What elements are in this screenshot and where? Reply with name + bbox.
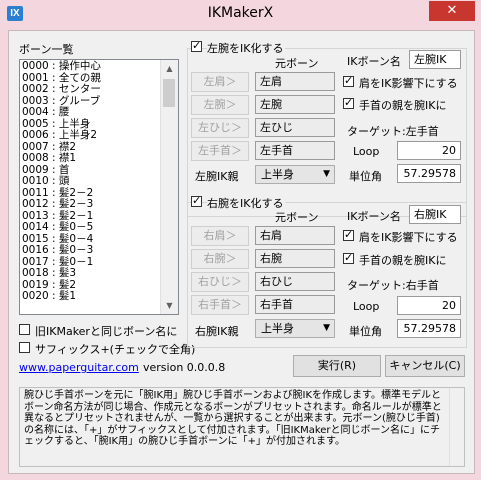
left-arm-field[interactable]: 左腕 [255,95,335,114]
dialog-body: ボーン一覧 0000 : 操作中心 0001 : 全ての親 0002 : センター 0… [8,30,475,474]
close-button[interactable]: ✕ [429,1,475,21]
right-wrist-parent-label: 手首の親を腕IKに [359,254,447,267]
version-label: version 0.0.0.8 [143,361,226,374]
list-item[interactable]: 0010 : 頭 [22,175,158,188]
description-box[interactable]: 腕ひじ手首ボーンを元に「腕IK用」腕ひじ手首ボーンおよび腕IKを作成します。標準… [19,387,465,467]
right-parent-label: 右腕IK親 [195,325,239,338]
right-arm-enable-label: 右腕をIK化する [207,195,286,211]
right-loop-input[interactable]: 20 [397,296,461,315]
list-item[interactable]: 0006 : 上半身2 [22,129,158,142]
left-unit-label: 単位角 [349,170,382,183]
right-elbow-field[interactable]: 右ひじ [255,272,335,291]
chevron-down-icon: ▼ [323,323,330,333]
left-arm-enable-label: 左腕をIK化する [207,40,286,56]
scroll-down-icon[interactable]: ▼ [161,297,178,314]
title-bar: IX IKMakerX ✕ [0,0,481,28]
old-name-label: 旧IKMakerと同じボーン名に [35,325,178,338]
left-arm-button[interactable]: 左腕＞ [191,95,249,115]
description-scrollbar[interactable] [449,388,464,466]
right-shoulder-ik-label: 肩をIK影響下にする [359,231,458,244]
left-wrist-parent-checkbox[interactable] [343,96,354,109]
left-loop-input[interactable]: 20 [397,141,461,160]
bone-list-label: ボーン一覧 [19,43,74,56]
website-link[interactable]: www.paperguitar.com [19,361,139,374]
left-unit-input[interactable]: 57.29578 [397,164,461,183]
left-elbow-button[interactable]: 左ひじ＞ [191,118,249,138]
left-arm-enable-checkbox[interactable] [191,39,202,52]
right-loop-label: Loop [353,300,380,313]
scroll-up-icon[interactable]: ▲ [161,60,178,77]
left-shoulder-field[interactable]: 左肩 [255,72,335,91]
right-elbow-button[interactable]: 右ひじ＞ [191,272,249,292]
cancel-button[interactable]: キャンセル(C) [385,355,465,377]
right-parent-value: 上半身 [261,322,294,335]
bone-listbox[interactable]: 0000 : 操作中心 0001 : 全ての親 0002 : センター 0003 : … [19,59,179,315]
left-parent-value: 上半身 [261,168,294,181]
right-arm-enable-checkbox[interactable] [191,194,202,207]
right-wrist-field[interactable]: 右手首 [255,295,335,314]
left-shoulder-ik-label: 肩をIK影響下にする [359,77,458,90]
old-name-checkbox[interactable] [19,324,30,335]
list-item[interactable]: 0018 : 髪3 [22,267,158,280]
left-wrist-button[interactable]: 左手首＞ [191,141,249,161]
window-title: IKMakerX [207,5,274,21]
list-item[interactable]: 0020 : 髪1 [22,290,158,303]
right-unit-label: 単位角 [349,325,382,338]
chevron-down-icon: ▼ [323,169,330,179]
list-item[interactable]: 0016 : 髪0－3 [22,244,158,257]
right-shoulder-ik-checkbox[interactable] [343,228,354,241]
right-shoulder-field[interactable]: 右肩 [255,226,335,245]
left-parent-label: 左腕IK親 [195,170,239,183]
list-item[interactable]: 0014 : 髪0－5 [22,221,158,234]
right-source-header: 元ボーン [275,211,319,224]
bone-list-scrollbar[interactable]: ▲ ▼ [160,60,178,314]
left-wrist-field[interactable]: 左手首 [255,141,335,160]
left-wrist-parent-label: 手首の親を腕IKに [359,99,447,112]
right-unit-input[interactable]: 57.29578 [397,319,461,338]
list-item[interactable]: 0008 : 襟1 [22,152,158,165]
left-target-label: ターゲット:左手首 [347,125,439,138]
suffix-label: サフィックス+(チェックで全角) [35,343,196,356]
list-item[interactable]: 0004 : 腰 [22,106,158,119]
list-item[interactable]: 0012 : 髪2－3 [22,198,158,211]
right-parent-select[interactable]: 上半身 ▼ [255,319,335,338]
scroll-thumb[interactable] [163,79,175,107]
list-item[interactable]: 0002 : センター [22,83,158,96]
right-shoulder-button[interactable]: 右肩＞ [191,226,249,246]
left-loop-label: Loop [353,145,380,158]
right-target-label: ターゲット:右手首 [347,279,439,292]
run-button[interactable]: 実行(R) [293,355,381,377]
left-shoulder-ik-checkbox[interactable] [343,74,354,87]
right-ik-name-input[interactable]: 右腕IK [409,205,461,224]
description-text: 腕ひじ手首ボーンを元に「腕IK用」腕ひじ手首ボーンおよび腕IKを作成します。標準… [24,390,442,447]
left-parent-select[interactable]: 上半身 ▼ [255,165,335,184]
suffix-checkbox[interactable] [19,342,30,353]
right-arm-button[interactable]: 右腕＞ [191,249,249,269]
left-elbow-field[interactable]: 左ひじ [255,118,335,137]
list-item[interactable]: 0000 : 操作中心 [22,60,158,73]
right-wrist-button[interactable]: 右手首＞ [191,295,249,315]
right-arm-field[interactable]: 右腕 [255,249,335,268]
left-ik-name-label: IKボーン名 [347,55,401,68]
right-wrist-parent-checkbox[interactable] [343,251,354,264]
left-shoulder-button[interactable]: 左肩＞ [191,72,249,92]
left-ik-name-input[interactable]: 左腕IK [409,50,461,69]
right-ik-name-label: IKボーン名 [347,210,401,223]
left-source-header: 元ボーン [275,57,319,70]
